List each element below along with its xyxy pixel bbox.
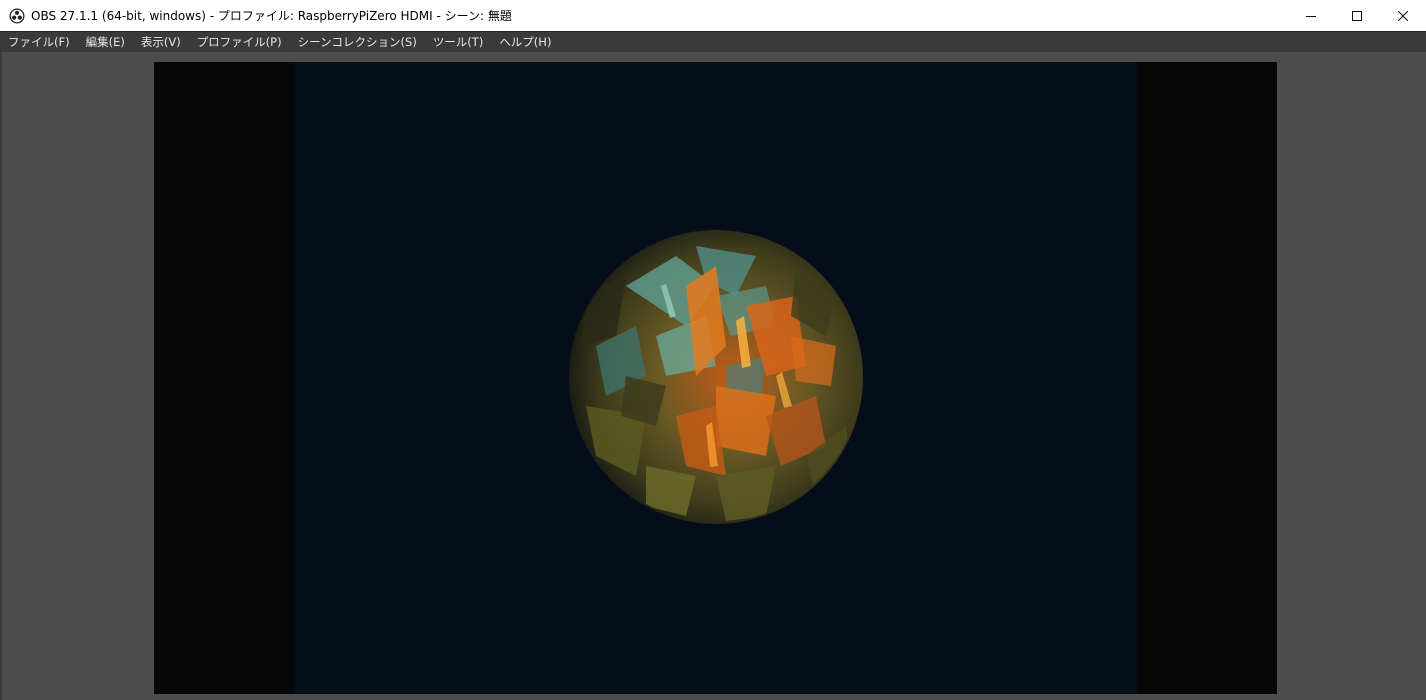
maximize-icon bbox=[1352, 10, 1362, 21]
window-left-edge bbox=[0, 52, 2, 700]
minimize-icon bbox=[1306, 11, 1316, 21]
menu-file[interactable]: ファイル(F) bbox=[0, 32, 78, 53]
window-controls bbox=[1288, 0, 1426, 31]
maximize-button[interactable] bbox=[1334, 0, 1380, 31]
menu-bar: ファイル(F) 編集(E) 表示(V) プロファイル(P) シーンコレクション(… bbox=[0, 31, 1426, 52]
close-button[interactable] bbox=[1380, 0, 1426, 31]
close-icon bbox=[1398, 10, 1408, 21]
video-source[interactable] bbox=[294, 62, 1137, 694]
menu-edit[interactable]: 編集(E) bbox=[78, 32, 133, 53]
menu-help[interactable]: ヘルプ(H) bbox=[491, 32, 559, 53]
menu-tools[interactable]: ツール(T) bbox=[425, 32, 492, 53]
obs-icon bbox=[9, 8, 25, 24]
window-title: OBS 27.1.1 (64-bit, windows) - プロファイル: R… bbox=[31, 9, 512, 23]
menu-scene-collection[interactable]: シーンコレクション(S) bbox=[290, 32, 425, 53]
preview-canvas[interactable] bbox=[154, 62, 1277, 694]
menu-view[interactable]: 表示(V) bbox=[133, 32, 189, 53]
minimize-button[interactable] bbox=[1288, 0, 1334, 31]
sphere-render bbox=[569, 230, 863, 524]
title-bar[interactable]: OBS 27.1.1 (64-bit, windows) - プロファイル: R… bbox=[0, 0, 1426, 31]
menu-profile[interactable]: プロファイル(P) bbox=[189, 32, 290, 53]
